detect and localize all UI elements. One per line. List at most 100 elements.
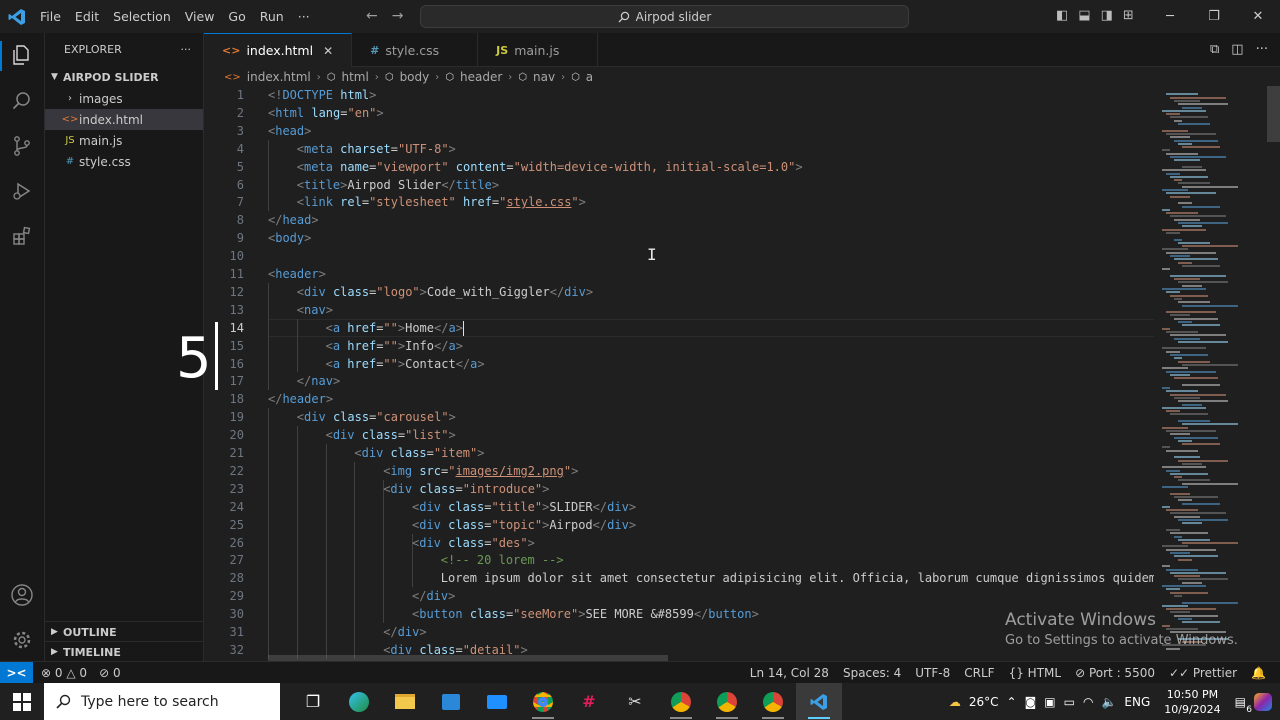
mail-icon[interactable] <box>474 683 520 720</box>
chrome-window-3-icon[interactable] <box>704 683 750 720</box>
task-view-icon[interactable]: ❐ <box>290 683 336 720</box>
vscode-taskbar-icon[interactable] <box>796 683 842 720</box>
notifications-bell-icon[interactable]: 🔔 <box>1251 666 1266 680</box>
language-mode[interactable]: {} HTML <box>1009 666 1062 680</box>
code-line[interactable]: <div class="item"> <box>354 444 484 462</box>
menu-selection[interactable]: Selection <box>106 9 178 24</box>
code-line[interactable]: <!-- 20 lorem --> <box>441 551 564 569</box>
editor-tab[interactable]: # style.css <box>352 33 479 67</box>
menu-go[interactable]: Go <box>221 9 252 24</box>
code-line[interactable]: <nav> <box>297 301 333 319</box>
code-line[interactable]: </head> <box>268 211 319 229</box>
file-tree-item[interactable]: <> index.html <box>45 109 203 130</box>
code-line[interactable]: <div class="introduce"> <box>383 480 549 498</box>
split-editor-icon[interactable]: ◫ <box>1231 42 1243 57</box>
slack-icon[interactable]: # <box>566 683 612 720</box>
file-tree-item[interactable]: JS main.js <box>45 130 203 151</box>
code-line[interactable]: <div class="topic">Airpod</div> <box>412 516 636 534</box>
minimize-icon[interactable]: ─ <box>1148 0 1192 33</box>
encoding[interactable]: UTF-8 <box>915 666 950 680</box>
close-window-icon[interactable]: ✕ <box>1236 0 1280 33</box>
code-line[interactable]: </div> <box>412 587 455 605</box>
microsoft-store-icon[interactable] <box>428 683 474 720</box>
code-line[interactable]: <meta charset="UTF-8"> <box>297 140 456 158</box>
breadcrumb-item[interactable]: a <box>586 70 593 84</box>
code-line[interactable]: <div class="logo">Code_with_Giggler</div… <box>297 283 593 301</box>
explorer-more-icon[interactable]: ··· <box>181 43 192 56</box>
back-arrow-icon[interactable]: ← <box>366 8 378 24</box>
meet-now-icon[interactable]: ◙ <box>1025 695 1037 709</box>
toggle-panel-icon[interactable]: ⬓ <box>1078 8 1090 23</box>
code-line[interactable]: <div class="title">SLIDER</div> <box>412 498 636 516</box>
restore-icon[interactable]: ❐ <box>1192 0 1236 33</box>
remote-indicator-icon[interactable]: >< <box>0 661 33 684</box>
editor-tab[interactable]: JS main.js <box>478 33 599 67</box>
file-tree-item[interactable]: › images <box>45 88 203 109</box>
camera-icon[interactable]: ▣ <box>1044 695 1055 709</box>
code-line[interactable]: <!DOCTYPE html> <box>268 86 376 104</box>
forward-arrow-icon[interactable]: → <box>392 8 404 24</box>
file-explorer-icon[interactable] <box>382 683 428 720</box>
live-server-port[interactable]: ⊘ Port : 5500 <box>1075 666 1155 680</box>
chrome-window-4-icon[interactable] <box>750 683 796 720</box>
run-debug-icon[interactable] <box>8 177 36 205</box>
cursor-position[interactable]: Ln 14, Col 28 <box>750 666 829 680</box>
battery-icon[interactable]: ▭ <box>1064 695 1075 709</box>
ports-status[interactable]: ⊘ 0 <box>99 666 121 680</box>
menu-edit[interactable]: Edit <box>68 9 106 24</box>
code-line[interactable]: <div class="list"> <box>326 426 456 444</box>
end-of-line[interactable]: CRLF <box>964 666 994 680</box>
code-line[interactable]: <head> <box>268 122 311 140</box>
outline-section[interactable]: ▶ OUTLINE <box>45 621 204 642</box>
weather-icon[interactable]: ☁ <box>949 695 961 709</box>
code-line[interactable]: <body> <box>268 229 311 247</box>
toggle-sidebar-icon[interactable]: ◧ <box>1056 8 1068 23</box>
scroll-thumb[interactable] <box>1267 86 1280 142</box>
breadcrumb-item[interactable]: header <box>460 70 502 84</box>
copilot-icon[interactable] <box>1254 692 1272 711</box>
close-tab-icon[interactable]: ✕ <box>323 44 337 58</box>
prettier-status[interactable]: ✓✓ Prettier <box>1169 666 1237 680</box>
folder-root[interactable]: ▼ AIRPOD SLIDER <box>45 66 203 88</box>
code-line[interactable]: </div> <box>383 623 426 641</box>
edge-browser-icon[interactable] <box>336 683 382 720</box>
code-line[interactable]: <div class="des"> <box>412 534 535 552</box>
action-center-icon[interactable]: ▤ 6 <box>1235 695 1252 715</box>
search-view-icon[interactable] <box>8 87 36 115</box>
accounts-icon[interactable] <box>8 581 36 609</box>
code-line[interactable]: </nav> <box>297 372 340 390</box>
menu-file[interactable]: File <box>33 9 68 24</box>
editor-tab[interactable]: <> index.html ✕ <box>204 33 353 67</box>
menu-run[interactable]: Run <box>253 9 291 24</box>
code-line[interactable]: <a href="">Contact</a> <box>326 355 485 373</box>
code-line[interactable]: <img src="images/img2.png"> <box>383 462 578 480</box>
file-tree-item[interactable]: # style.css <box>45 151 203 172</box>
chrome-icon[interactable] <box>520 683 566 720</box>
problems-status[interactable]: ⊗ 0 △ 0 <box>41 666 87 680</box>
snipping-tool-icon[interactable]: ✂ <box>612 683 658 720</box>
explorer-icon[interactable] <box>8 41 36 69</box>
code-line[interactable]: </header> <box>268 390 333 408</box>
code-line[interactable]: <div class="carousel"> <box>297 408 456 426</box>
minimap[interactable] <box>1158 86 1268 661</box>
breadcrumb-item[interactable]: html <box>341 70 368 84</box>
code-line[interactable]: <meta name="viewport" content="width=dev… <box>297 158 803 176</box>
menu-view[interactable]: View <box>178 9 222 24</box>
code-line[interactable]: <html lang="en"> <box>268 104 384 122</box>
open-preview-icon[interactable]: ⧉ <box>1210 42 1219 57</box>
code-line[interactable]: Lorem ipsum dolor sit amet consectetur a… <box>441 569 1154 587</box>
breadcrumb-item[interactable]: body <box>400 70 430 84</box>
code-line[interactable]: <button class="seeMore">SEE MORE &#8599<… <box>412 605 759 623</box>
command-center-search[interactable]: Airpod slider <box>420 5 909 28</box>
editor-more-icon[interactable]: ··· <box>1256 42 1268 57</box>
customize-layout-icon[interactable]: ⊞ <box>1123 8 1134 23</box>
toggle-secondary-sidebar-icon[interactable]: ◨ <box>1101 8 1113 23</box>
manage-gear-icon[interactable] <box>8 626 36 654</box>
menu-more[interactable]: ··· <box>291 9 317 24</box>
code-line[interactable]: <a href="">Info</a> <box>326 337 463 355</box>
code-line[interactable]: <header> <box>268 265 326 283</box>
taskbar-search[interactable]: Type here to search <box>44 683 280 720</box>
chrome-window-2-icon[interactable] <box>658 683 704 720</box>
clock[interactable]: 10:50 PM 10/9/2024 <box>1164 687 1220 717</box>
temperature[interactable]: 26°C <box>969 695 999 709</box>
